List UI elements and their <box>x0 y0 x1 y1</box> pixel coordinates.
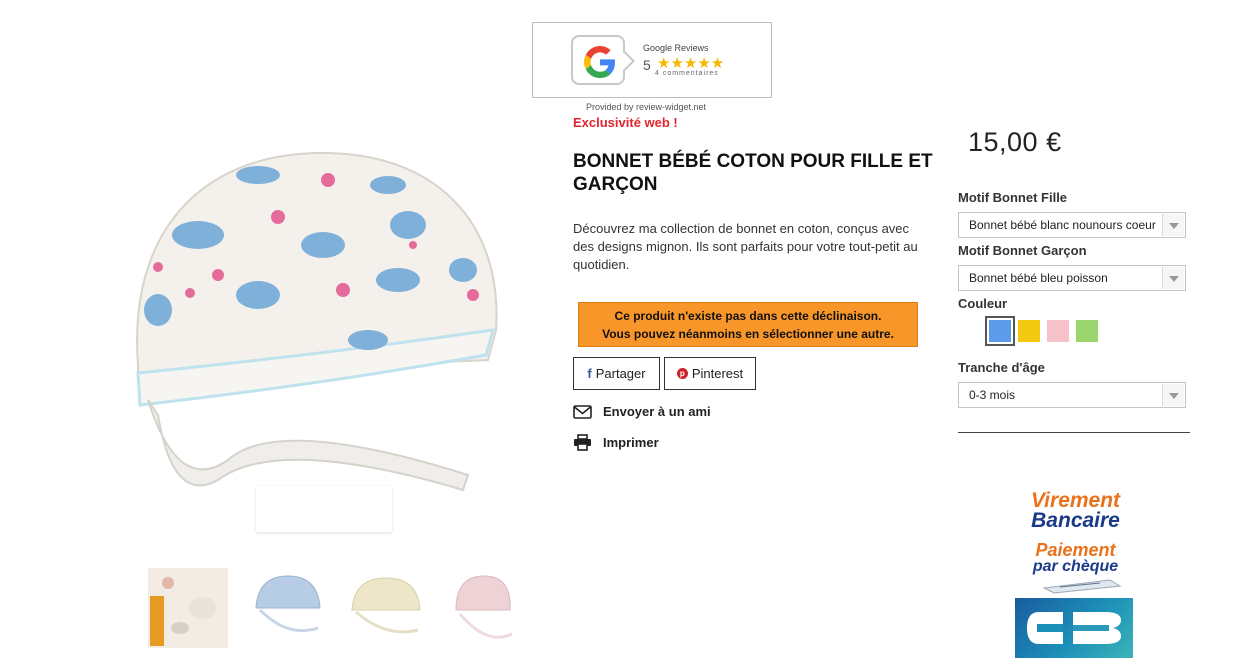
unavailable-warning: Ce produit n'existe pas dans cette décli… <box>578 302 918 347</box>
color-swatch-green[interactable] <box>1076 320 1098 342</box>
image-caption-overlay <box>256 486 392 532</box>
share-pinterest-button[interactable]: p Pinterest <box>664 357 756 390</box>
warning-line-2: Vous pouvez néanmoins en sélectionner un… <box>602 327 894 341</box>
motif-garcon-label: Motif Bonnet Garçon <box>958 243 1087 258</box>
chevron-down-icon <box>1162 214 1184 236</box>
widget-provider-text: Provided by review-widget.net <box>586 102 707 112</box>
options-divider <box>958 432 1190 433</box>
color-swatch-pink[interactable] <box>1047 320 1069 342</box>
motif-fille-label: Motif Bonnet Fille <box>958 190 1068 205</box>
color-swatch-yellow[interactable] <box>1018 320 1040 342</box>
share-facebook-button[interactable]: f Partager <box>573 357 660 390</box>
product-title: BONNET BÉBÉ COTON POUR FILLE ET GARÇON <box>573 151 933 195</box>
cheque-line-1: Paiement <box>1035 540 1116 560</box>
motif-fille-value: Bonnet bébé blanc nounours coeur <box>969 218 1156 232</box>
motif-garcon-select[interactable]: Bonnet bébé bleu poisson <box>958 265 1186 291</box>
color-swatch-blue[interactable] <box>985 316 1015 346</box>
google-g-icon <box>584 46 615 78</box>
reviews-rating: 5 <box>643 57 651 73</box>
cb-logo-icon <box>1027 612 1121 644</box>
share-facebook-label: Partager <box>595 366 646 381</box>
reviews-count: 4 commentaires <box>655 70 719 77</box>
virement-line-2: Bancaire <box>1031 509 1120 532</box>
send-to-friend-link[interactable]: Envoyer à un ami <box>573 404 711 419</box>
reviews-title: Google Reviews <box>643 43 709 53</box>
web-exclusive-badge: Exclusivité web ! <box>573 115 678 130</box>
chevron-down-icon <box>1162 384 1184 406</box>
cheque-line-2: par chèque <box>1032 558 1119 575</box>
tranche-age-select[interactable]: 0-3 mois <box>958 382 1186 408</box>
carte-bancaire-logo <box>1015 598 1133 658</box>
motif-fille-select[interactable]: Bonnet bébé blanc nounours coeur <box>958 212 1186 238</box>
envelope-icon <box>573 404 592 419</box>
motif-garcon-value: Bonnet bébé bleu poisson <box>969 271 1108 285</box>
product-description: Découvrez ma collection de bonnet en cot… <box>573 221 918 272</box>
google-logo-bubble <box>571 35 625 85</box>
chevron-down-icon <box>1162 267 1184 289</box>
couleur-label: Couleur <box>958 296 1008 311</box>
printer-icon <box>574 434 591 451</box>
tranche-age-label: Tranche d'âge <box>958 360 1045 375</box>
thumbnail-1[interactable] <box>148 568 228 648</box>
google-reviews-widget[interactable]: Google Reviews 5 ★★★★★ 4 commentaires <box>532 22 772 98</box>
pinterest-icon: p <box>676 368 688 379</box>
share-pinterest-label: Pinterest <box>691 366 744 381</box>
facebook-icon: f <box>587 366 592 381</box>
warning-line-1: Ce produit n'existe pas dans cette décli… <box>614 309 882 323</box>
thumbnail-4[interactable] <box>442 568 522 648</box>
main-product-image[interactable] <box>118 115 538 545</box>
print-label: Imprimer <box>603 435 659 450</box>
thumbnail-3[interactable] <box>346 568 426 648</box>
tranche-age-value: 0-3 mois <box>969 388 1016 402</box>
cheque-icon <box>1042 579 1122 594</box>
send-to-friend-label: Envoyer à un ami <box>603 404 711 419</box>
thumbnail-2[interactable] <box>248 568 328 648</box>
print-link[interactable]: Imprimer <box>573 434 659 451</box>
product-price: 15,00 € <box>968 127 1062 157</box>
